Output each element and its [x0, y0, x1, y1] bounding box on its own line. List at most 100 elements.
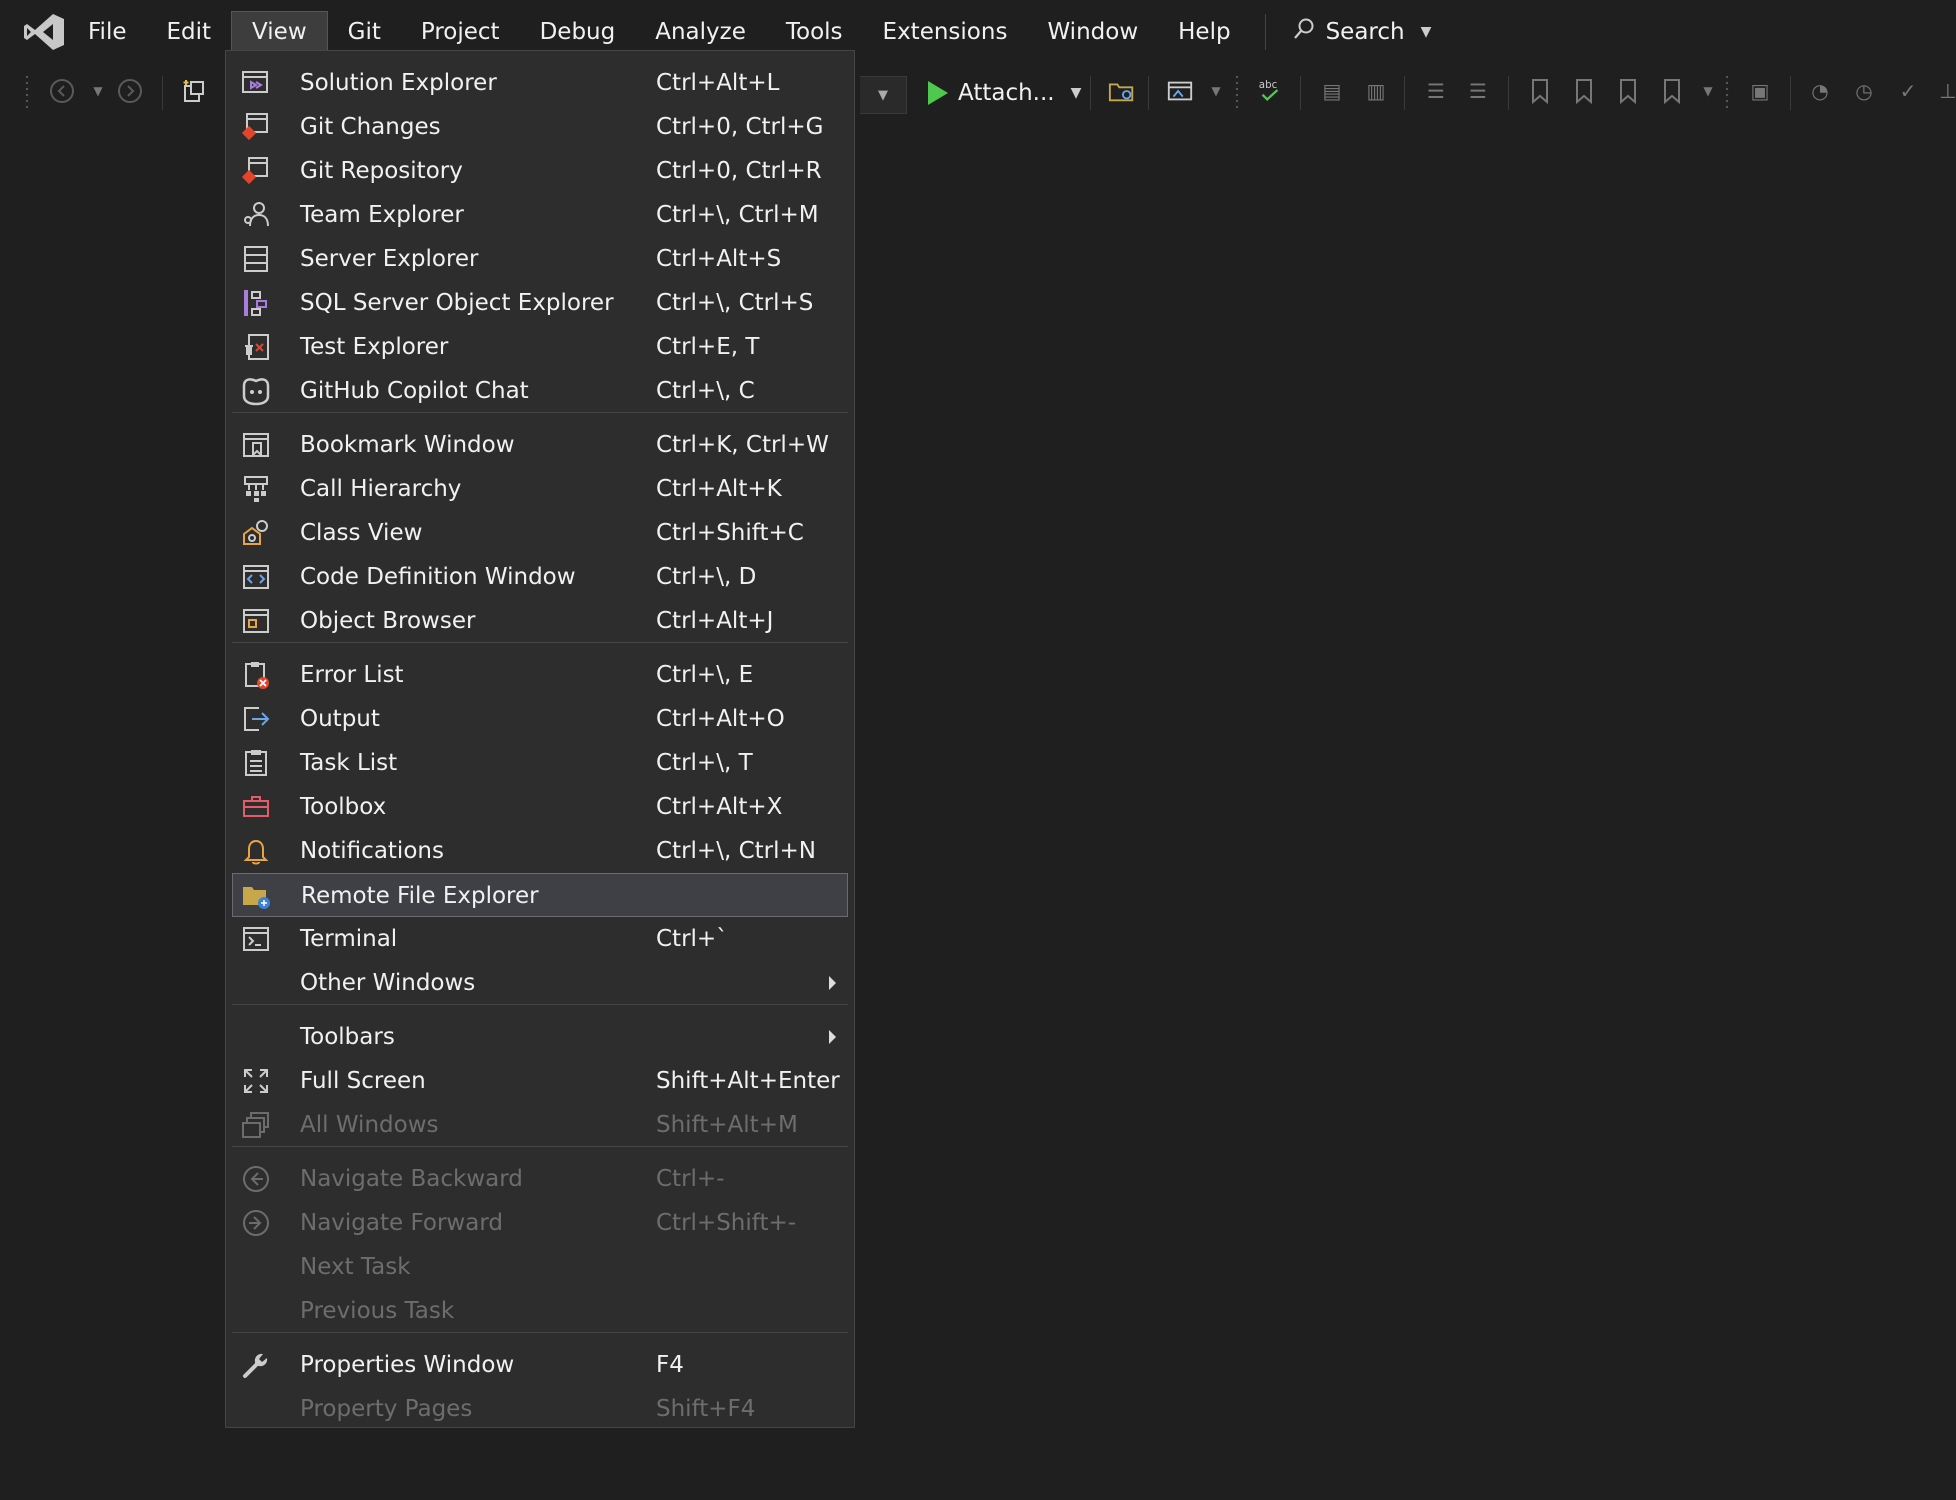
- spell-check-icon[interactable]: abc: [1256, 77, 1284, 105]
- remote-file-explorer-icon: [241, 880, 273, 912]
- menu-item-git-repository[interactable]: Git Repository Ctrl+0, Ctrl+R: [232, 149, 848, 193]
- uncomment-icon[interactable]: ▥: [1362, 77, 1390, 105]
- chevron-down-icon[interactable]: ▼: [1694, 77, 1722, 105]
- menu-item-bookmark-window[interactable]: Bookmark Window Ctrl+K, Ctrl+W: [232, 423, 848, 467]
- navigate-backward-icon: [240, 1163, 272, 1195]
- menu-item-navigate-forward: Navigate Forward Ctrl+Shift+-: [232, 1201, 848, 1245]
- check-icon[interactable]: ✓: [1894, 77, 1922, 105]
- search-label: Search: [1325, 19, 1405, 45]
- menu-item-sql-server-object-explorer[interactable]: SQL Server Object Explorer Ctrl+\, Ctrl+…: [232, 281, 848, 325]
- navigate-forward-icon: [240, 1207, 272, 1239]
- submenu-arrow-icon: [829, 1030, 836, 1044]
- menu-item-toolbox[interactable]: Toolbox Ctrl+Alt+X: [232, 785, 848, 829]
- timer-icon[interactable]: ◷: [1850, 77, 1878, 105]
- attach-label: Attach...: [958, 80, 1055, 106]
- menu-item-full-screen[interactable]: Full Screen Shift+Alt+Enter: [232, 1059, 848, 1103]
- menu-item-server-explorer[interactable]: Server Explorer Ctrl+Alt+S: [232, 237, 848, 281]
- menu-item-properties-window[interactable]: Properties Window F4: [232, 1343, 848, 1387]
- menu-extensions[interactable]: Extensions: [863, 12, 1028, 52]
- menu-item-toolbars[interactable]: Toolbars: [232, 1015, 848, 1059]
- team-explorer-icon: [240, 199, 272, 231]
- comment-icon[interactable]: ▤: [1318, 77, 1346, 105]
- all-windows-icon: [240, 1109, 272, 1141]
- search-icon: [1292, 17, 1316, 47]
- back-arrow-icon[interactable]: [48, 77, 76, 105]
- view-menu-dropdown: Solution Explorer Ctrl+Alt+L Git Changes…: [225, 50, 855, 1428]
- menu-debug[interactable]: Debug: [520, 12, 636, 52]
- menu-edit[interactable]: Edit: [147, 12, 232, 52]
- chevron-down-icon[interactable]: ▼: [84, 77, 112, 105]
- open-folder-icon[interactable]: [1108, 77, 1136, 105]
- new-project-icon[interactable]: [180, 77, 208, 105]
- more-icon[interactable]: ⊥: [1934, 77, 1956, 105]
- git-repository-icon: [240, 155, 272, 187]
- full-screen-icon: [240, 1065, 272, 1097]
- play-icon: [928, 81, 948, 105]
- menu-tools[interactable]: Tools: [766, 12, 863, 52]
- toolbar-grip[interactable]: [24, 74, 30, 112]
- menu-separator: [232, 412, 848, 413]
- class-view-icon: [240, 517, 272, 549]
- menu-item-class-view[interactable]: Class View Ctrl+Shift+C: [232, 511, 848, 555]
- call-hierarchy-icon: [240, 473, 272, 505]
- svg-text:abc: abc: [1259, 79, 1277, 91]
- menu-item-error-list[interactable]: Error List Ctrl+\, E: [232, 653, 848, 697]
- menu-help[interactable]: Help: [1158, 12, 1250, 52]
- clear-bookmarks-icon[interactable]: [1658, 77, 1686, 105]
- menu-item-other-windows[interactable]: Other Windows: [232, 961, 848, 1005]
- copilot-icon: [240, 375, 272, 407]
- toolbar-separator: [1148, 76, 1149, 110]
- menu-item-terminal[interactable]: Terminal Ctrl+`: [232, 917, 848, 961]
- menu-view[interactable]: View: [231, 10, 328, 54]
- menu-item-code-definition-window[interactable]: Code Definition Window Ctrl+\, D: [232, 555, 848, 599]
- bookmark-window-icon: [240, 429, 272, 461]
- indent-icon[interactable]: ☰: [1464, 77, 1492, 105]
- toolbar-grip[interactable]: [1234, 74, 1240, 112]
- breakpoint-icon[interactable]: ◔: [1806, 77, 1834, 105]
- toolbar-separator: [1300, 76, 1301, 110]
- toolbar-separator: [1790, 76, 1791, 110]
- menu-separator: [232, 1004, 848, 1005]
- test-explorer-icon: [240, 331, 272, 363]
- server-explorer-icon: [240, 243, 272, 275]
- bookmark-window-icon[interactable]: ▣: [1746, 77, 1774, 105]
- search-box[interactable]: Search ▼: [1282, 12, 1442, 52]
- toolbox-icon: [240, 791, 272, 823]
- attach-button[interactable]: Attach... ▼: [928, 74, 1081, 112]
- menu-item-git-changes[interactable]: Git Changes Ctrl+0, Ctrl+G: [232, 105, 848, 149]
- menu-divider: [1264, 14, 1266, 50]
- toolbar-separator: [1508, 76, 1509, 110]
- forward-arrow-icon[interactable]: [116, 77, 144, 105]
- next-bookmark-icon[interactable]: [1614, 77, 1642, 105]
- outdent-icon[interactable]: ☰: [1422, 77, 1450, 105]
- menu-analyze[interactable]: Analyze: [635, 12, 766, 52]
- menu-item-notifications[interactable]: Notifications Ctrl+\, Ctrl+N: [232, 829, 848, 873]
- visual-studio-logo-icon[interactable]: [22, 12, 66, 52]
- menu-window[interactable]: Window: [1027, 12, 1158, 52]
- solution-window-icon[interactable]: [1166, 77, 1194, 105]
- bell-icon: [240, 835, 272, 867]
- menu-git[interactable]: Git: [328, 12, 401, 52]
- menu-item-test-explorer[interactable]: Test Explorer Ctrl+E, T: [232, 325, 848, 369]
- menu-item-call-hierarchy[interactable]: Call Hierarchy Ctrl+Alt+K: [232, 467, 848, 511]
- menu-item-output[interactable]: Output Ctrl+Alt+O: [232, 697, 848, 741]
- menu-file[interactable]: File: [68, 12, 147, 52]
- menu-item-remote-file-explorer[interactable]: Remote File Explorer: [232, 873, 848, 917]
- toolbar-grip[interactable]: [1724, 74, 1730, 112]
- menu-item-next-task: Next Task: [300, 1254, 411, 1280]
- menu-item-task-list[interactable]: Task List Ctrl+\, T: [232, 741, 848, 785]
- menu-item-github-copilot-chat[interactable]: GitHub Copilot Chat Ctrl+\, C: [232, 369, 848, 413]
- menu-item-team-explorer[interactable]: Team Explorer Ctrl+\, Ctrl+M: [232, 193, 848, 237]
- menu-item-object-browser[interactable]: Object Browser Ctrl+Alt+J: [232, 599, 848, 643]
- toolbar-separator: [1404, 76, 1405, 110]
- chevron-down-icon[interactable]: ▼: [1202, 77, 1230, 105]
- toolbar-separator: [162, 76, 163, 110]
- menu-project[interactable]: Project: [401, 12, 520, 52]
- menu-item-solution-explorer[interactable]: Solution Explorer Ctrl+Alt+L: [232, 61, 848, 105]
- menu-item-property-pages: Property Pages Shift+F4: [300, 1396, 756, 1422]
- previous-bookmark-icon[interactable]: [1570, 77, 1598, 105]
- menu-item-navigate-backward: Navigate Backward Ctrl+-: [232, 1157, 848, 1201]
- config-dropdown[interactable]: ▼: [860, 76, 907, 114]
- submenu-arrow-icon: [829, 976, 836, 990]
- bookmark-icon[interactable]: [1526, 77, 1554, 105]
